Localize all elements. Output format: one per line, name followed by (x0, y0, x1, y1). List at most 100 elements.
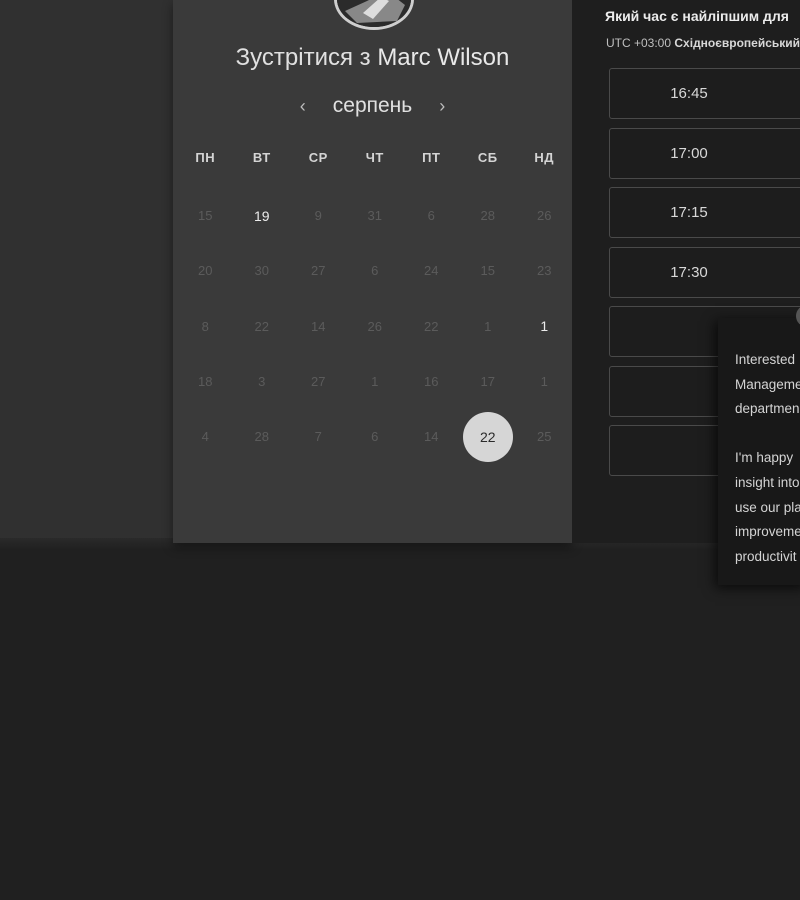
calendar-day: 14 (403, 409, 460, 464)
calendar-day-number: 28 (254, 429, 269, 445)
weekday-label: ПН (195, 150, 216, 165)
weekday-label: СР (308, 150, 328, 165)
calendar-day: 22 (234, 299, 291, 354)
calendar-day-number: 31 (367, 208, 382, 224)
calendar-day: 31 (347, 188, 404, 243)
popup-line: I'm happy (735, 450, 794, 466)
calendar-day: 26 (516, 188, 573, 243)
weekday-label: ЧТ (365, 150, 384, 165)
calendar-day: 1 (460, 299, 517, 354)
calendar-day-number: 15 (198, 208, 213, 224)
calendar-card: Зустрітися з Marc Wilson ‹ серпень › ПН В… (173, 0, 572, 543)
calendar-day: 6 (347, 409, 404, 464)
calendar-day-number: 19 (253, 207, 270, 224)
calendar-day-number: 14 (424, 429, 439, 445)
time-question: Який час є найліпшим для (605, 8, 789, 24)
popup-text: Interested Manageme departmen I'm happy insi… (735, 348, 800, 569)
calendar-day-number: 6 (371, 263, 379, 279)
calendar-day: 24 (403, 243, 460, 298)
calendar-day-number: 25 (537, 429, 552, 445)
calendar-day-selected[interactable]: 22 (460, 409, 517, 464)
popup-line: departmen (735, 401, 800, 417)
calendar-day: 27 (290, 354, 347, 409)
host-avatar (334, 0, 414, 30)
calendar-day: 15 (177, 188, 234, 243)
calendar-day-number: 6 (371, 429, 379, 445)
calendar-day-number: 17 (480, 374, 495, 390)
calendar-day: 28 (234, 409, 291, 464)
calendar-day-number: 22 (254, 318, 269, 334)
calendar-day-number: 1 (371, 374, 379, 390)
calendar-day-number: 1 (540, 318, 549, 335)
description-popup: Interested Manageme departmen I'm happy insi… (718, 318, 800, 585)
calendar-day-number: 26 (367, 318, 382, 334)
calendar-day: 1 (347, 354, 404, 409)
meeting-title-prefix: Зустрітися з (235, 44, 371, 71)
host-name: Marc Wilson (377, 44, 510, 71)
popup-line: productivit (735, 548, 797, 564)
calendar-day: 9 (290, 188, 347, 243)
calendar-day: 23 (516, 243, 573, 298)
calendar-day: 22 (403, 299, 460, 354)
calendar-day-number: 27 (311, 263, 326, 279)
timezone-label[interactable]: UTC +03:00 Східноєвропейський (606, 36, 800, 50)
calendar-day-number: 8 (201, 318, 209, 334)
calendar-day-number: 24 (424, 263, 439, 279)
popup-line: insight into (735, 474, 800, 490)
calendar-day-number: 15 (480, 263, 495, 279)
calendar-day-number: 7 (314, 429, 322, 445)
calendar-day: 6 (403, 188, 460, 243)
chevron-left-icon[interactable]: ‹ (293, 96, 313, 117)
calendar-day: 27 (290, 243, 347, 298)
calendar-day: 15 (460, 243, 517, 298)
weekday-label: ВТ (252, 150, 271, 165)
calendar-day[interactable]: 1 (516, 299, 573, 354)
weekday-label: НД (534, 150, 555, 165)
calendar-day-number: 27 (311, 374, 326, 390)
popup-line: improveme (735, 524, 800, 540)
timezone-name: Східноєвропейський (674, 36, 800, 50)
timezone-offset: UTC +03:00 (606, 36, 672, 50)
popup-line: Interested (735, 352, 796, 367)
calendar-day-number: 18 (198, 374, 213, 390)
calendar-day: 18 (177, 354, 234, 409)
calendar-day-number: 3 (258, 374, 266, 390)
calendar-day: 28 (460, 188, 517, 243)
calendar-day-number: 22 (424, 318, 439, 334)
calendar-day-number: 16 (424, 374, 439, 390)
calendar-day: 8 (177, 299, 234, 354)
meeting-title: Зустрітися з Marc Wilson (173, 44, 572, 72)
calendar-day-number: 26 (537, 208, 552, 224)
time-slot-button[interactable]: 17:00 (609, 127, 800, 179)
calendar-day: 4 (177, 409, 234, 464)
calendar-day: 1 (516, 354, 573, 409)
calendar-day-number: 1 (540, 374, 548, 390)
calendar-day-number: 9 (314, 208, 322, 224)
calendar-day-number: 20 (198, 263, 213, 279)
calendar-day-number: 6 (427, 208, 435, 224)
calendar-day: 3 (234, 354, 291, 409)
time-slot-button[interactable]: 17:15 (609, 187, 800, 238)
month-label: серпень (332, 94, 413, 117)
popup-line (735, 422, 800, 447)
calendar-grid: 15 19 9 31 6 28 26 20 30 27 6 24 15 23 8 22 14 26 22 1 1 18 3 2… (177, 188, 573, 464)
time-slot-button[interactable]: 16:45 (609, 68, 800, 119)
calendar-day: 30 (234, 243, 291, 298)
calendar-day: 16 (403, 354, 460, 409)
calendar-day: 6 (347, 243, 404, 298)
calendar-day-number: 28 (480, 208, 495, 224)
chevron-right-icon[interactable]: › (432, 96, 452, 117)
calendar-day: 14 (290, 299, 347, 354)
calendar-day: 20 (177, 243, 234, 298)
calendar-day-number: 14 (311, 318, 326, 334)
calendar-day: 7 (290, 409, 347, 464)
month-navigation: ‹ серпень › (173, 90, 572, 122)
weekday-label: ПТ (422, 150, 441, 165)
calendar-day: 17 (460, 354, 517, 409)
time-slot-button[interactable]: 17:30 (609, 246, 800, 298)
calendar-day-number: 4 (201, 429, 209, 445)
weekday-label: СБ (477, 150, 498, 165)
calendar-day[interactable]: 19 (234, 188, 291, 243)
calendar-day: 26 (347, 299, 404, 354)
popup-line: use our pla (735, 499, 800, 515)
